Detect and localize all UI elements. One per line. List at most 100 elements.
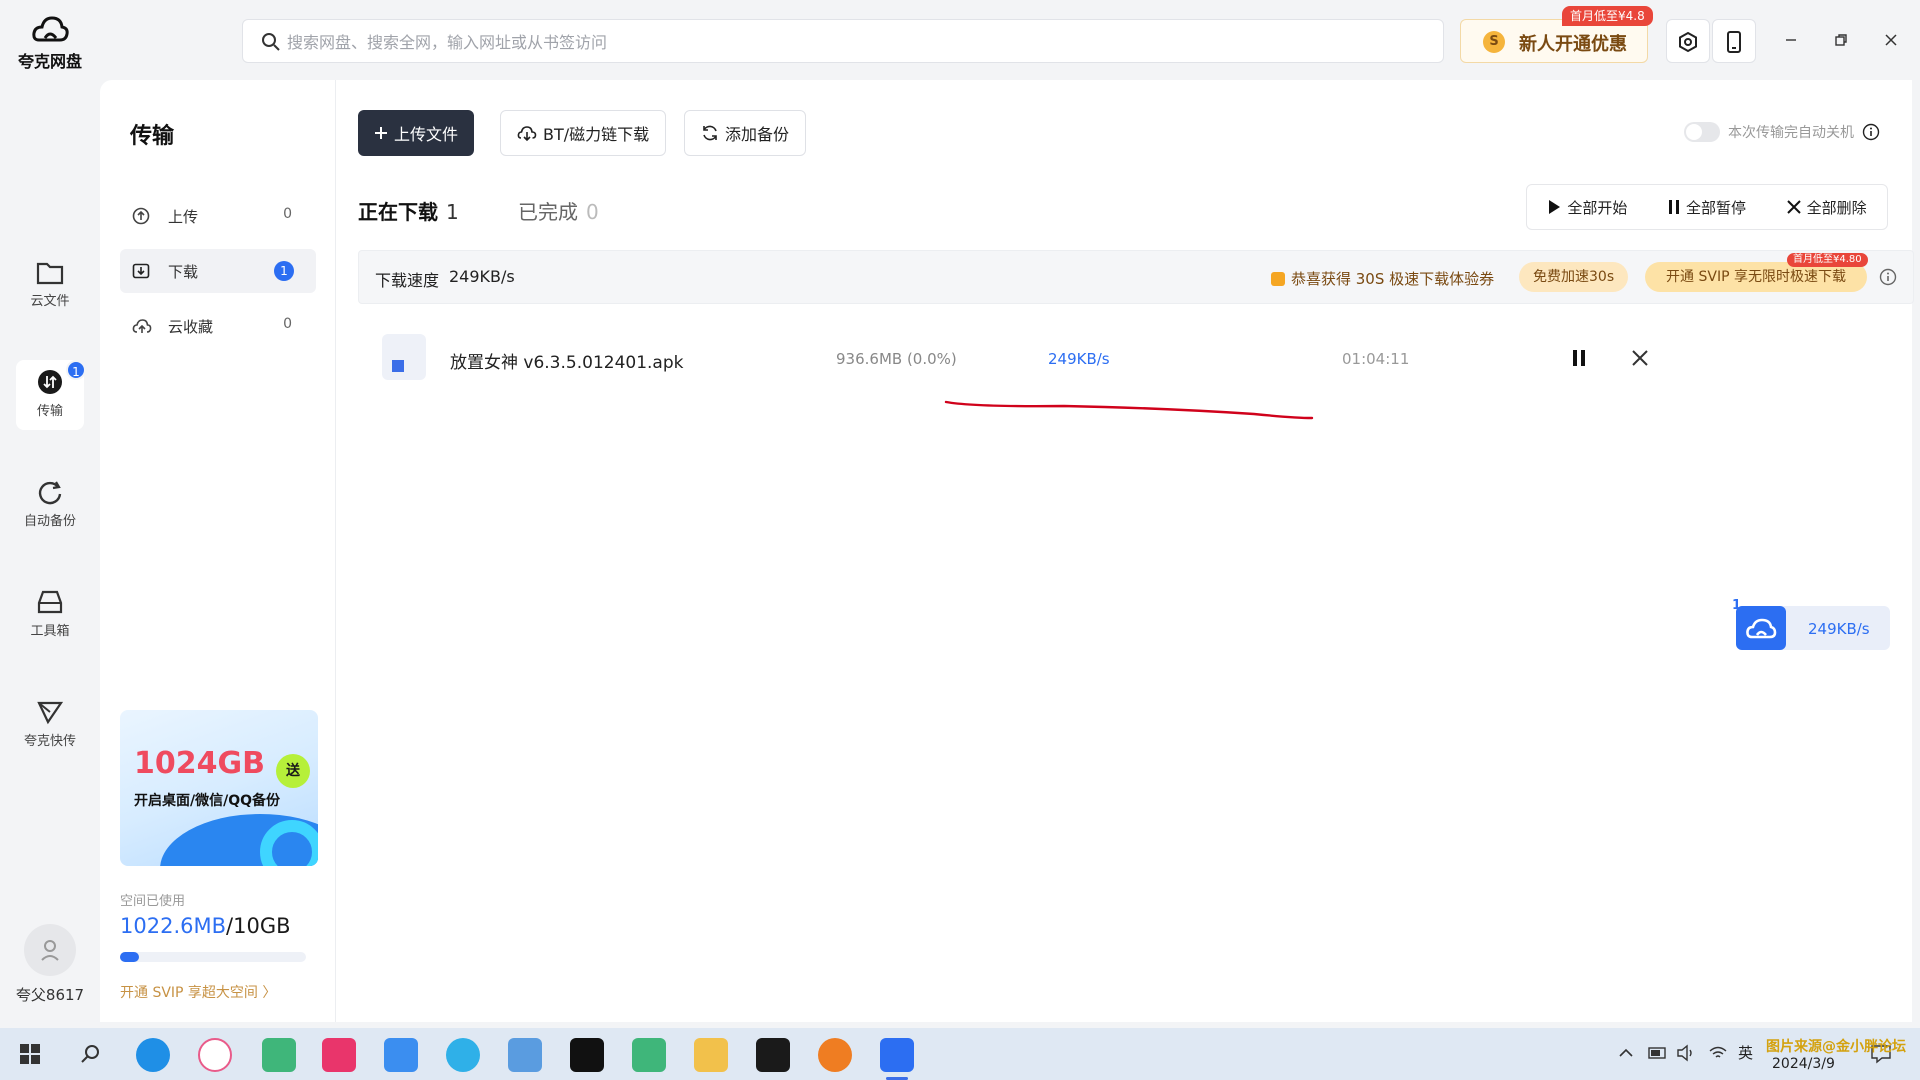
taskbar-search-icon[interactable] bbox=[80, 1044, 100, 1064]
upload-icon bbox=[132, 207, 150, 225]
transfer-panel: 传输 上传 0 下载 1 云收藏 0 1024GB 送 开启桌面/微信/QQ备份… bbox=[100, 80, 336, 1022]
bulk-actions: 全部开始 全部暂停 全部删除 bbox=[1526, 184, 1888, 230]
restore-button[interactable] bbox=[1828, 28, 1854, 54]
ime-indicator[interactable]: 英 bbox=[1738, 1042, 1753, 1063]
music-app-icon[interactable] bbox=[570, 1038, 604, 1072]
file-remaining-time: 01:04:11 bbox=[1342, 350, 1410, 368]
speed-value: 249KB/s bbox=[449, 267, 515, 286]
floating-transfer-widget[interactable]: 1 249KB/s bbox=[1732, 598, 1890, 650]
search-bar[interactable] bbox=[242, 19, 1444, 63]
close-window-button[interactable] bbox=[1878, 28, 1904, 54]
storage-used: 1022.6MB bbox=[120, 914, 227, 938]
pause-icon bbox=[1668, 200, 1679, 214]
jetbrains-app-icon[interactable] bbox=[322, 1038, 356, 1072]
phone-icon bbox=[1727, 31, 1741, 53]
backup-icon bbox=[38, 481, 62, 505]
search-icon bbox=[262, 33, 280, 51]
speed-coupon-notice: 恭喜获得 30S 极速下载体验券 bbox=[1271, 268, 1494, 289]
download-row[interactable]: 放置女神 v6.3.5.012401.apk 936.6MB (0.0%) 24… bbox=[358, 326, 1914, 390]
cloud-app-icon[interactable] bbox=[508, 1038, 542, 1072]
upload-file-button[interactable]: 上传文件 bbox=[358, 110, 475, 156]
rail-item-label: 传输 bbox=[36, 404, 63, 419]
add-backup-button[interactable]: 添加备份 bbox=[684, 110, 807, 156]
panel-item-label: 云收藏 bbox=[168, 318, 214, 336]
storage-total: 10GB bbox=[233, 914, 291, 938]
start-all-button[interactable]: 全部开始 bbox=[1547, 197, 1627, 218]
rail-item-auto-backup[interactable]: 自动备份 bbox=[16, 470, 84, 540]
orange-app-icon[interactable] bbox=[818, 1038, 852, 1072]
plus-icon bbox=[375, 127, 387, 139]
rail-item-cloud-files[interactable]: 云文件 bbox=[16, 252, 84, 322]
rail-item-transfer[interactable]: 传输 1 bbox=[16, 360, 86, 430]
cancel-download-icon[interactable] bbox=[1630, 348, 1650, 368]
edge-browser-icon[interactable] bbox=[136, 1038, 170, 1072]
banner-subtitle: 开启桌面/微信/QQ备份 bbox=[134, 793, 281, 809]
terminal-icon[interactable] bbox=[756, 1038, 790, 1072]
pinwheel-app-icon[interactable] bbox=[198, 1038, 232, 1072]
tab-downloading[interactable]: 正在下载 1 bbox=[358, 196, 459, 225]
search-input[interactable] bbox=[287, 28, 1387, 56]
svip-upgrade-link[interactable]: 开通 SVIP 享超大空间 〉 bbox=[120, 982, 276, 1002]
promo-label: 新人开通优惠 bbox=[1519, 34, 1627, 55]
upload-count: 0 bbox=[283, 206, 292, 222]
quark-taskbar-icon[interactable] bbox=[880, 1038, 914, 1080]
app-logo[interactable]: 夸克网盘 bbox=[0, 14, 100, 72]
storage-progress-bar bbox=[120, 952, 306, 962]
coupon-text: 恭喜获得 30S 极速下载体验券 bbox=[1291, 270, 1495, 288]
mobile-button[interactable] bbox=[1712, 19, 1756, 63]
delete-all-button[interactable]: 全部删除 bbox=[1786, 197, 1867, 218]
panel-item-upload[interactable]: 上传 0 bbox=[120, 194, 316, 238]
panel-item-download[interactable]: 下载 1 bbox=[120, 249, 316, 293]
banner-headline: 1024GB bbox=[134, 746, 265, 781]
minimize-icon bbox=[1786, 39, 1796, 41]
panel-title: 传输 bbox=[130, 124, 175, 149]
file-explorer-icon[interactable] bbox=[694, 1038, 728, 1072]
username[interactable]: 夸父8617 bbox=[0, 984, 100, 1005]
upload-file-label: 上传文件 bbox=[394, 125, 459, 144]
coin-icon: S bbox=[1483, 31, 1505, 53]
apk-file-icon bbox=[382, 334, 426, 380]
red-annotation-underline bbox=[944, 400, 1314, 420]
bt-magnet-download-button[interactable]: BT/磁力链下载 bbox=[500, 110, 667, 156]
panel-item-cloud-collect[interactable]: 云收藏 0 bbox=[120, 304, 316, 348]
cloud-download-icon bbox=[517, 126, 537, 142]
auto-shutdown-label: 本次传输完自动关机 bbox=[1728, 125, 1854, 141]
green-book-app-icon[interactable] bbox=[262, 1038, 296, 1072]
volume-icon[interactable] bbox=[1676, 1044, 1696, 1062]
taskbar-date[interactable]: 2024/3/9 bbox=[1772, 1056, 1835, 1072]
windows-start-icon[interactable] bbox=[20, 1044, 40, 1064]
chevron-up-icon[interactable] bbox=[1618, 1046, 1634, 1060]
backup-promo-banner[interactable]: 1024GB 送 开启桌面/微信/QQ备份 bbox=[120, 710, 318, 866]
pause-download-icon[interactable] bbox=[1570, 348, 1588, 368]
bird-app-icon[interactable] bbox=[384, 1038, 418, 1072]
green-notes-app-icon[interactable] bbox=[632, 1038, 666, 1072]
speed-label: 下载速度 bbox=[375, 271, 440, 290]
rail-item-label: 云文件 bbox=[30, 294, 70, 309]
rail-item-label: 工具箱 bbox=[30, 624, 70, 639]
download-icon bbox=[132, 263, 150, 279]
file-size-progress: 936.6MB (0.0%) bbox=[836, 350, 957, 368]
battery-icon[interactable] bbox=[1648, 1046, 1668, 1060]
free-boost-button[interactable]: 免费加速30s bbox=[1519, 262, 1629, 292]
main-content: 上传文件 BT/磁力链下载 添加备份 本次传输完自动关机 正在下载 1 已完成 0 … bbox=[336, 80, 1914, 1022]
close-icon bbox=[1885, 34, 1897, 46]
user-icon bbox=[41, 940, 59, 961]
pause-all-button[interactable]: 全部暂停 bbox=[1668, 197, 1746, 218]
cloud-collect-count: 0 bbox=[283, 316, 292, 332]
rail-item-toolbox[interactable]: 工具箱 bbox=[16, 580, 84, 650]
play-icon bbox=[1549, 200, 1561, 214]
avatar[interactable] bbox=[24, 924, 76, 976]
auto-shutdown-toggle[interactable] bbox=[1684, 122, 1720, 142]
info-icon[interactable] bbox=[1879, 268, 1897, 286]
minimize-button[interactable] bbox=[1778, 28, 1804, 54]
storage-usage: 1022.6MB/10GB bbox=[120, 914, 291, 938]
settings-button[interactable] bbox=[1666, 19, 1710, 63]
tab-completed[interactable]: 已完成 0 bbox=[518, 196, 599, 225]
quark-cloud-icon bbox=[1746, 618, 1777, 639]
v-app-icon[interactable] bbox=[446, 1038, 480, 1072]
promo-price-tag: 首月低至¥4.8 bbox=[1562, 6, 1653, 26]
file-name: 放置女神 v6.3.5.012401.apk bbox=[450, 353, 684, 373]
wifi-icon[interactable] bbox=[1708, 1044, 1728, 1062]
rail-item-quark-send[interactable]: 夸克快传 bbox=[16, 690, 84, 760]
info-icon[interactable] bbox=[1862, 123, 1880, 141]
